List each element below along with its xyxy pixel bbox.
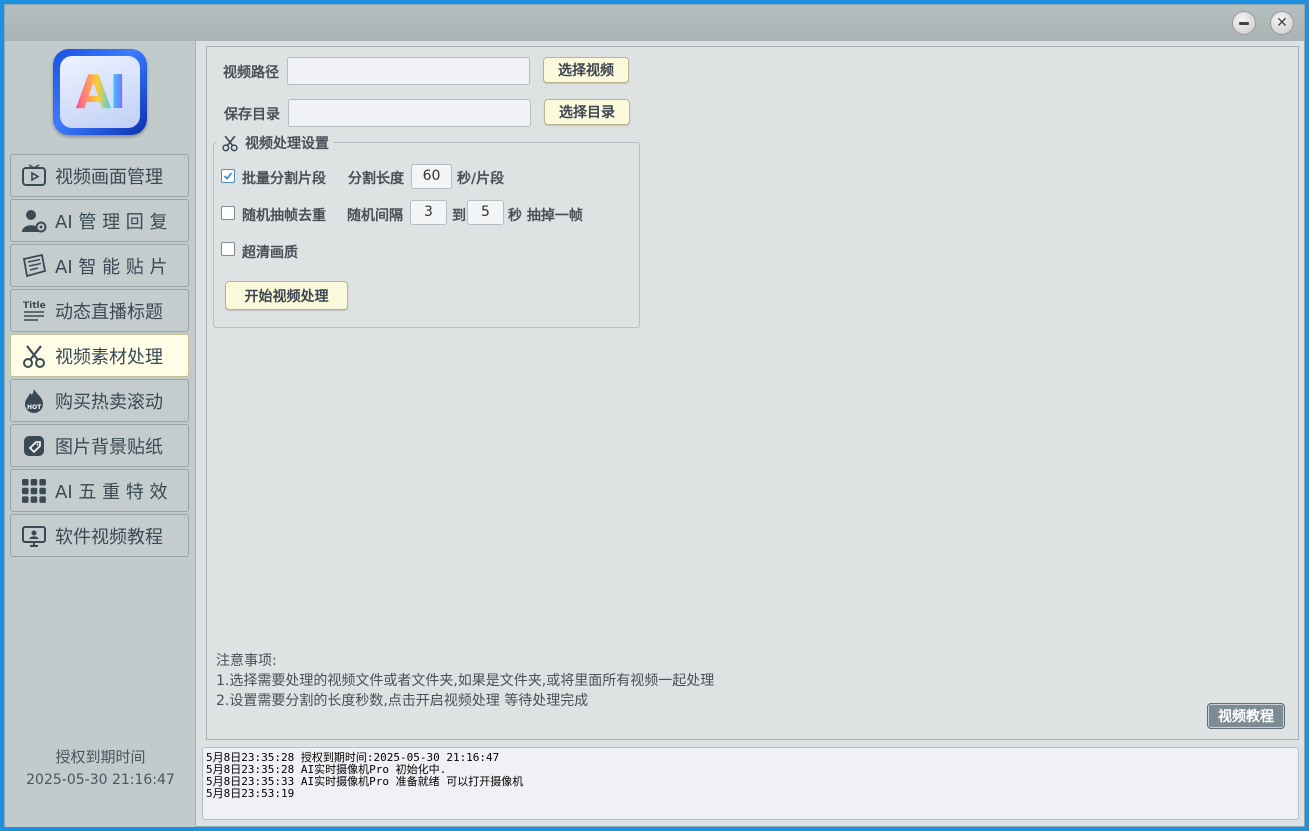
close-button[interactable]: ✕ xyxy=(1270,11,1294,35)
sidebar-item-hot-scroll[interactable]: HOT 购买热卖滚动 xyxy=(10,379,189,422)
settings-group-title: 视频处理设置 xyxy=(217,133,333,153)
log-line: 5月8日23:35:33 AI实时摄像机Pro 准备就绪 可以打开摄像机 xyxy=(206,775,524,788)
sidebar-item-label: 软件视频教程 xyxy=(55,526,163,548)
interval-from-input[interactable]: 3 xyxy=(410,200,447,225)
split-length-unit: 秒/片段 xyxy=(457,171,505,187)
sidebar-item-label: 视频画面管理 xyxy=(55,166,163,188)
random-drop-checkbox[interactable] xyxy=(221,206,235,220)
license-expire-label: 授权到期时间 xyxy=(55,748,146,766)
close-icon: ✕ xyxy=(1276,15,1288,31)
sidebar-item-label: 动态直播标题 xyxy=(55,301,163,323)
sidebar-item-label: AI 智 能 贴 片 xyxy=(55,256,168,278)
app-logo: AI xyxy=(53,49,147,135)
interval-to-input[interactable]: 5 xyxy=(467,200,504,225)
sidebar-item-live-title[interactable]: Title 动态直播标题 xyxy=(10,289,189,332)
hot-flame-icon: HOT xyxy=(21,388,47,414)
split-length-input[interactable]: 60 xyxy=(411,164,452,189)
save-dir-input[interactable] xyxy=(288,99,531,127)
sidebar-item-tutorial[interactable]: 软件视频教程 xyxy=(10,514,189,557)
title-bar[interactable]: ✕ xyxy=(5,5,1304,41)
log-output[interactable]: 5月8日23:35:28 授权到期时间:2025-05-30 21:16:47 … xyxy=(202,747,1299,820)
minimize-button[interactable] xyxy=(1232,11,1256,35)
settings-title-text: 视频处理设置 xyxy=(245,136,329,152)
scissors-icon xyxy=(221,134,239,152)
logo-text: AI xyxy=(75,65,127,119)
sidebar-item-label: 图片背景贴纸 xyxy=(55,436,163,458)
interval-unit: 秒 抽掉一帧 xyxy=(508,208,583,224)
save-dir-label: 保存目录 xyxy=(224,107,280,123)
select-dir-button[interactable]: 选择目录 xyxy=(544,99,630,125)
sidebar-item-video-scene[interactable]: 视频画面管理 xyxy=(10,154,189,197)
start-processing-button[interactable]: 开始视频处理 xyxy=(225,281,348,310)
tag-icon xyxy=(21,433,47,459)
sidebar-item-label: 视频素材处理 xyxy=(55,346,163,368)
notes-line-1: 1.选择需要处理的视频文件或者文件夹,如果是文件夹,或将里面所有视频一起处理 xyxy=(216,673,715,689)
random-interval-label: 随机间隔 xyxy=(347,208,403,224)
batch-split-label: 批量分割片段 xyxy=(242,171,326,187)
tv-play-icon xyxy=(21,163,47,189)
sidebar-item-ai-sticker[interactable]: AI 智 能 贴 片 xyxy=(10,244,189,287)
sticker-icon xyxy=(21,253,47,279)
sidebar-item-image-sticker[interactable]: 图片背景贴纸 xyxy=(10,424,189,467)
sidebar-item-label: 购买热卖滚动 xyxy=(55,391,163,413)
sidebar-item-label: AI 五 重 特 效 xyxy=(55,481,168,503)
svg-text:HOT: HOT xyxy=(27,404,42,411)
video-path-input[interactable] xyxy=(287,57,530,85)
select-video-button[interactable]: 选择视频 xyxy=(543,57,629,83)
notes-title: 注意事项: xyxy=(216,653,277,669)
title-icon: Title xyxy=(21,298,47,324)
video-path-label: 视频路径 xyxy=(223,65,279,81)
main-panel: 视频路径 选择视频 保存目录 选择目录 视频处理设置 批量分割片段 分割长度 6… xyxy=(206,46,1299,740)
sidebar-item-video-material[interactable]: 视频素材处理 xyxy=(10,334,189,377)
grid-icon xyxy=(21,478,47,504)
split-length-label: 分割长度 xyxy=(348,171,404,187)
license-expire-date: 2025-05-30 21:16:47 xyxy=(26,772,175,788)
interval-to-label: 到 xyxy=(452,208,466,224)
sidebar-item-ai-reply[interactable]: AI 管 理 回 复 xyxy=(10,199,189,242)
video-tutorial-button[interactable]: 视频教程 xyxy=(1207,703,1285,729)
notes-line-2: 2.设置需要分割的长度秒数,点击开启视频处理 等待处理完成 xyxy=(216,693,589,709)
user-gear-icon xyxy=(21,208,47,234)
minimize-icon xyxy=(1239,21,1249,25)
sidebar: AI 视频画面管理 AI 管 理 回 复 AI 智 能 贴 片 Title 动态… xyxy=(5,41,196,827)
hd-quality-label: 超清画质 xyxy=(242,245,298,261)
svg-text:Title: Title xyxy=(23,301,46,311)
check-icon xyxy=(223,172,233,180)
log-line: 5月8日23:53:19 xyxy=(206,787,295,800)
app-window: ✕ AI 视频画面管理 AI 管 理 回 复 AI 智 能 贴 片 Title … xyxy=(4,4,1305,827)
scissors-icon xyxy=(21,343,47,369)
batch-split-checkbox[interactable] xyxy=(221,169,235,183)
monitor-icon xyxy=(21,523,47,549)
random-drop-label: 随机抽帧去重 xyxy=(242,208,326,224)
hd-quality-checkbox[interactable] xyxy=(221,242,235,256)
sidebar-item-ai-effects[interactable]: AI 五 重 特 效 xyxy=(10,469,189,512)
sidebar-item-label: AI 管 理 回 复 xyxy=(55,211,168,233)
